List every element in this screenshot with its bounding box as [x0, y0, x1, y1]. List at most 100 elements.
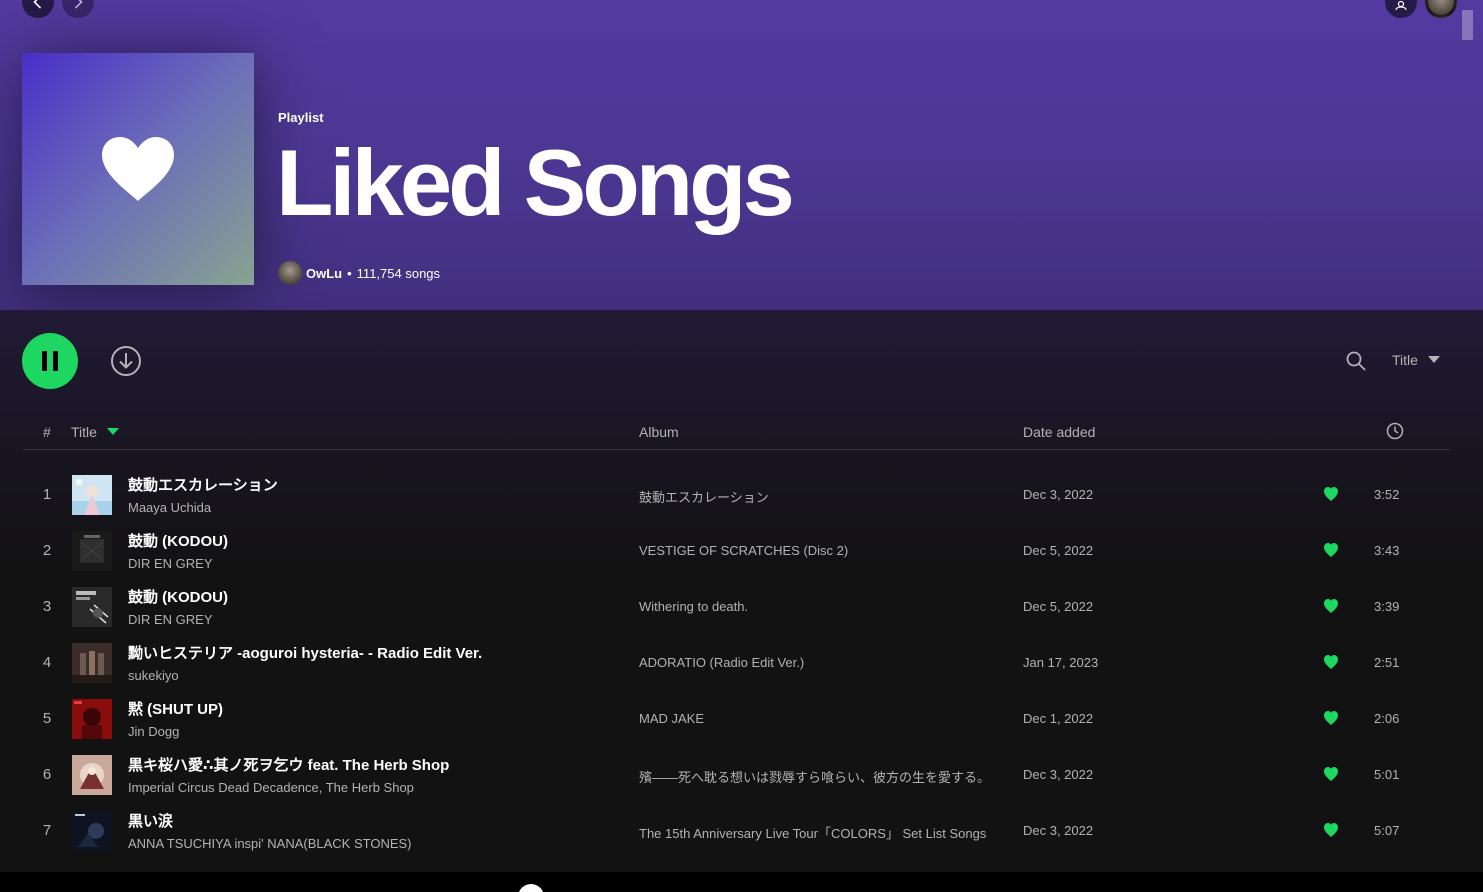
search-in-playlist-button[interactable] — [1345, 350, 1367, 372]
col-header-title-label: Title — [71, 424, 97, 440]
heart-icon — [102, 137, 174, 201]
table-row[interactable]: 3 鼓動 (KODOU) DIR EN GREY Withering to de… — [23, 578, 1451, 634]
liked-heart-icon[interactable] — [1323, 542, 1339, 558]
track-album[interactable]: 鼓動エスカレーション — [639, 487, 1009, 506]
album-art — [72, 587, 112, 627]
users-icon — [1395, 0, 1407, 10]
album-art — [72, 811, 112, 851]
track-album[interactable]: Withering to death. — [639, 599, 1009, 614]
track-number: 1 — [42, 486, 52, 503]
playlist-meta: OwLu • 111,754 songs — [278, 261, 440, 285]
track-duration: 2:06 — [1374, 711, 1400, 726]
track-duration: 5:01 — [1374, 767, 1400, 782]
caret-down-icon — [1427, 356, 1440, 363]
col-header-number: # — [43, 424, 51, 440]
track-title[interactable]: 鼓動 (KODOU) — [128, 586, 228, 607]
owner-link[interactable]: OwLu — [306, 266, 342, 281]
track-artist[interactable]: Imperial Circus Dead Decadence, The Herb… — [128, 780, 414, 795]
history-nav — [22, 0, 94, 18]
tracklist-header: # Title Album Date added — [23, 421, 1451, 450]
track-duration: 5:07 — [1374, 823, 1400, 838]
track-date-added: Dec 3, 2022 — [1023, 487, 1094, 502]
track-number: 7 — [42, 822, 52, 839]
album-art — [72, 475, 112, 515]
track-date-added: Dec 1, 2022 — [1023, 711, 1094, 726]
liked-heart-icon[interactable] — [1323, 766, 1339, 782]
album-art — [72, 699, 112, 739]
table-row[interactable]: 1 鼓動エスカレーション Maaya Uchida 鼓動エスカレーション Dec… — [23, 466, 1451, 522]
chevron-right-icon — [74, 0, 83, 9]
download-icon — [111, 346, 141, 376]
track-artist[interactable]: sukekiyo — [128, 668, 179, 683]
track-duration: 3:52 — [1374, 487, 1400, 502]
track-title[interactable]: 鼓動 (KODOU) — [128, 530, 228, 551]
table-row[interactable]: 7 黒い涙 ANNA TSUCHIYA inspi' NANA(BLACK ST… — [23, 802, 1451, 858]
spotify-app: Playlist Liked Songs OwLu • 111,754 song… — [0, 0, 1483, 892]
track-date-added: Jan 17, 2023 — [1023, 655, 1099, 670]
album-art — [72, 531, 112, 571]
album-art — [72, 643, 112, 683]
owner-avatar — [278, 261, 302, 285]
tracklist: 1 鼓動エスカレーション Maaya Uchida 鼓動エスカレーション Dec… — [23, 466, 1451, 858]
chevron-left-icon — [33, 0, 42, 9]
liked-heart-icon[interactable] — [1323, 486, 1339, 502]
sort-dropdown[interactable]: Title — [1392, 352, 1440, 368]
col-header-title[interactable]: Title — [71, 424, 119, 440]
pause-button[interactable] — [22, 333, 78, 389]
track-duration: 3:43 — [1374, 543, 1400, 558]
top-right-controls — [1385, 0, 1457, 18]
col-header-album[interactable]: Album — [639, 424, 679, 440]
track-album[interactable]: The 15th Anniversary Live Tour「COLORS」 S… — [639, 823, 1009, 842]
table-row[interactable]: 4 黝いヒステリア -aoguroi hysteria- - Radio Edi… — [23, 634, 1451, 690]
track-artist[interactable]: Jin Dogg — [128, 724, 179, 739]
back-button[interactable] — [22, 0, 54, 18]
track-number: 5 — [42, 710, 52, 727]
forward-button[interactable] — [62, 0, 94, 18]
user-avatar-button[interactable] — [1425, 0, 1457, 18]
search-icon — [1346, 351, 1366, 371]
liked-heart-icon[interactable] — [1323, 710, 1339, 726]
table-row[interactable]: 5 黙 (SHUT UP) Jin Dogg MAD JAKE Dec 1, 2… — [23, 690, 1451, 746]
track-date-added: Dec 3, 2022 — [1023, 823, 1094, 838]
playlist-header: Playlist Liked Songs OwLu • 111,754 song… — [0, 0, 1483, 310]
clock-icon — [1386, 422, 1404, 440]
playlist-cover — [22, 53, 254, 285]
sort-caret-icon — [106, 428, 119, 435]
table-row[interactable]: 2 鼓動 (KODOU) DIR EN GREY VESTIGE OF SCRA… — [23, 522, 1451, 578]
track-duration: 3:39 — [1374, 599, 1400, 614]
liked-heart-icon[interactable] — [1323, 822, 1339, 838]
playlist-type-label: Playlist — [278, 110, 324, 125]
track-album[interactable]: 殯——死へ耽る想いは戮辱すら喰らい、彼方の生を愛する。 — [639, 767, 1009, 786]
sort-label: Title — [1392, 352, 1418, 368]
scrollbar-thumb[interactable] — [1462, 10, 1473, 40]
liked-heart-icon[interactable] — [1323, 654, 1339, 670]
track-title[interactable]: 黙 (SHUT UP) — [128, 698, 223, 719]
track-artist[interactable]: DIR EN GREY — [128, 556, 213, 571]
track-album[interactable]: VESTIGE OF SCRATCHES (Disc 2) — [639, 543, 1009, 558]
track-artist[interactable]: DIR EN GREY — [128, 612, 213, 627]
pause-icon — [42, 351, 58, 371]
track-date-added: Dec 5, 2022 — [1023, 599, 1094, 614]
track-title[interactable]: 黒キ桜ハ愛∴其ノ死ヲ乞ウ feat. The Herb Shop — [128, 754, 449, 775]
track-artist[interactable]: ANNA TSUCHIYA inspi' NANA(BLACK STONES) — [128, 836, 412, 851]
col-header-date-added[interactable]: Date added — [1023, 424, 1095, 440]
track-duration: 2:51 — [1374, 655, 1400, 670]
page-title: Liked Songs — [276, 130, 795, 235]
now-playing-bar — [0, 872, 1483, 892]
table-row[interactable]: 6 黒キ桜ハ愛∴其ノ死ヲ乞ウ feat. The Herb Shop Imper… — [23, 746, 1451, 802]
track-album[interactable]: MAD JAKE — [639, 711, 1009, 726]
liked-heart-icon[interactable] — [1323, 598, 1339, 614]
song-count: 111,754 songs — [356, 265, 441, 281]
album-art — [72, 755, 112, 795]
friend-activity-button[interactable] — [1385, 0, 1417, 18]
meta-separator: • — [347, 265, 352, 281]
track-album[interactable]: ADORATIO (Radio Edit Ver.) — [639, 655, 1009, 670]
track-title[interactable]: 鼓動エスカレーション — [128, 474, 278, 495]
track-date-added: Dec 3, 2022 — [1023, 767, 1094, 782]
track-number: 4 — [42, 654, 52, 671]
download-button[interactable] — [110, 345, 142, 377]
track-number: 3 — [42, 598, 52, 615]
track-title[interactable]: 黒い涙 — [128, 810, 173, 831]
track-artist[interactable]: Maaya Uchida — [128, 500, 211, 515]
track-title[interactable]: 黝いヒステリア -aoguroi hysteria- - Radio Edit … — [128, 642, 482, 663]
